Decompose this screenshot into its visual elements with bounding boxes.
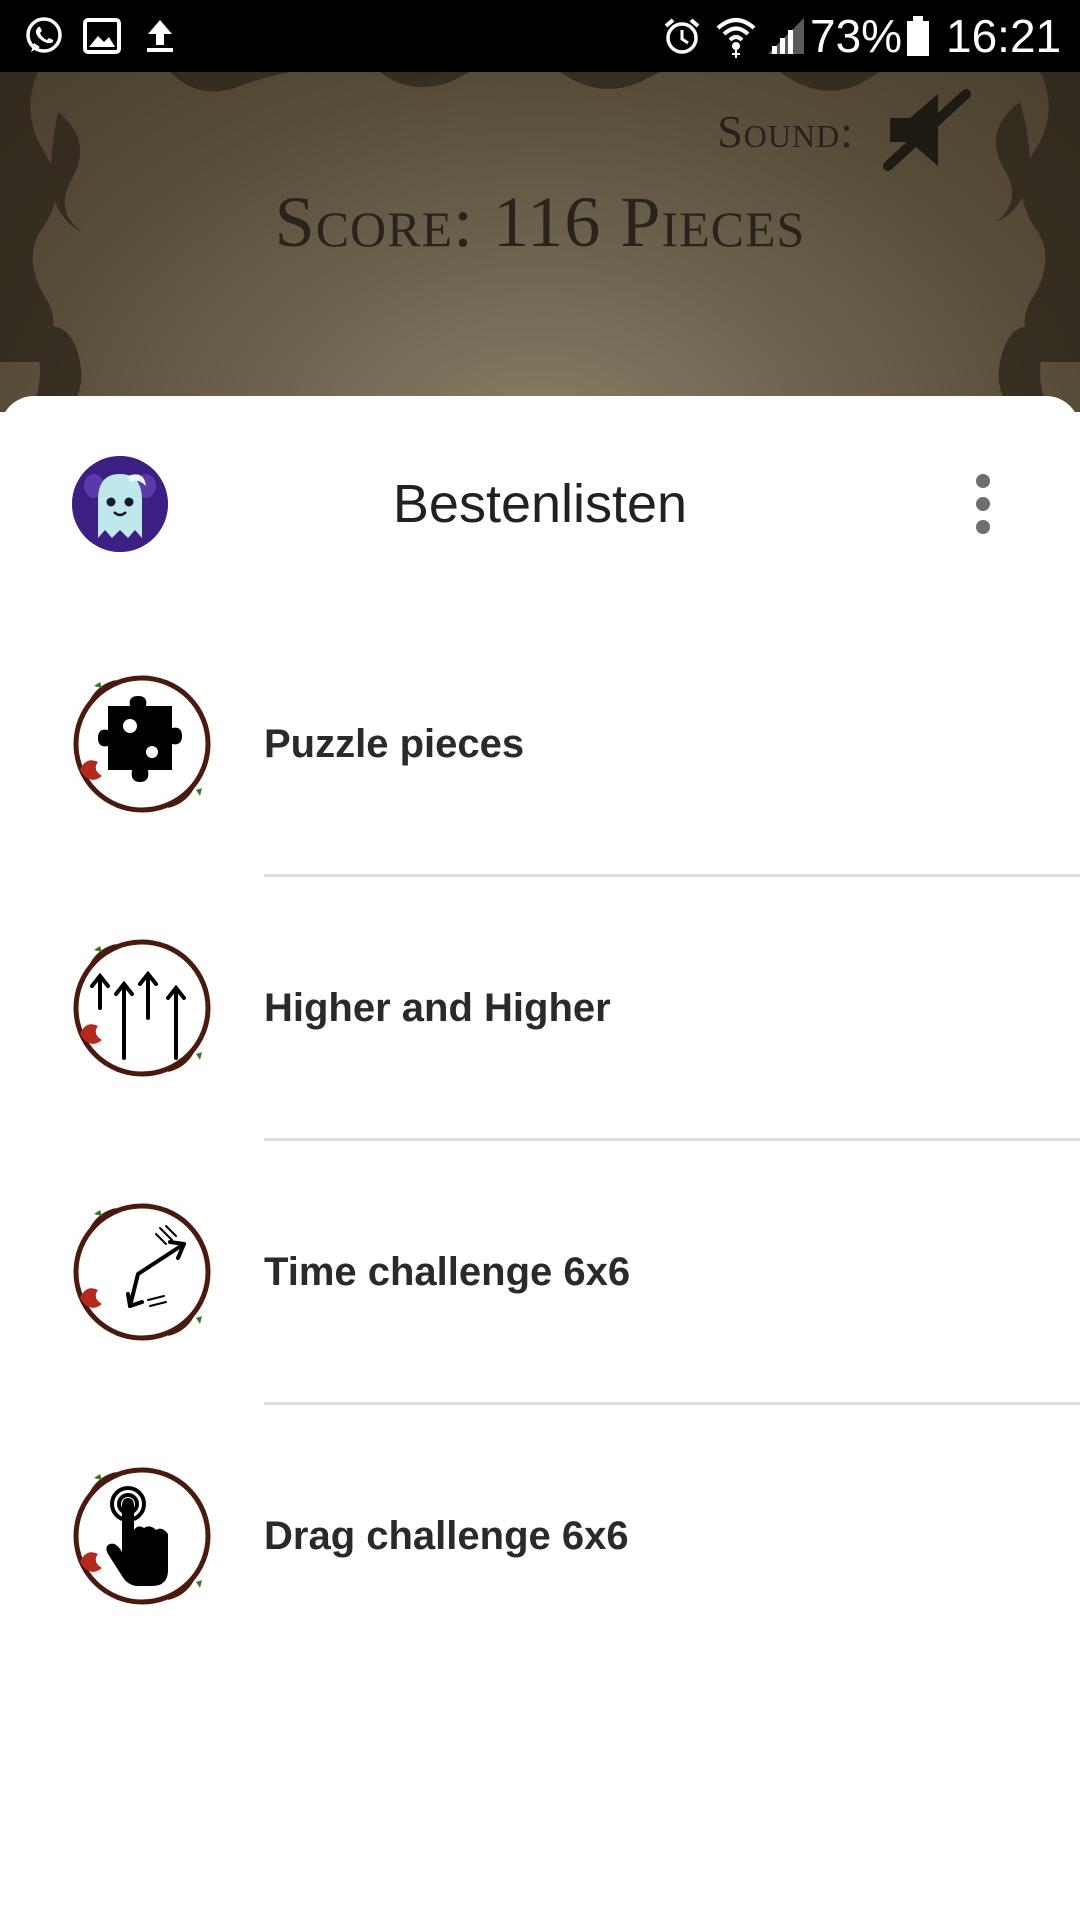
leaderboard-item-time-challenge[interactable]: Time challenge 6x6 — [0, 1140, 1080, 1404]
upload-icon — [147, 20, 173, 52]
leaderboards-sheet: Bestenlisten Puzzle pieces Higher and Hi… — [0, 396, 1080, 1920]
sheet-title: Bestenlisten — [392, 474, 688, 534]
screen: 73% 16:21 Sound: Score: 116 Pieces Beste… — [0, 0, 1080, 1920]
more-dot-icon — [976, 520, 990, 534]
sheet-header: Bestenlisten — [0, 396, 1080, 612]
leaderboard-label: Higher and Higher — [264, 986, 611, 1030]
game-background: Sound: Score: 116 Pieces — [0, 72, 1080, 412]
battery-icon — [907, 16, 929, 56]
system-status: 73% 16:21 — [660, 0, 1080, 72]
gallery-icon — [83, 18, 121, 54]
puzzle-piece-icon — [73, 675, 211, 813]
leaderboard-label: Drag challenge 6x6 — [264, 1514, 629, 1558]
tap-hand-icon — [73, 1467, 211, 1605]
leaderboard-item-higher-and-higher[interactable]: Higher and Higher — [0, 876, 1080, 1140]
alarm-icon — [664, 18, 700, 54]
more-dot-icon — [976, 474, 990, 488]
leaderboard-label: Time challenge 6x6 — [264, 1250, 631, 1294]
leaderboard-label: Puzzle pieces — [264, 722, 525, 766]
zigzag-arrow-icon — [73, 1203, 211, 1341]
battery-percent: 73% — [810, 10, 903, 62]
ghost-avatar-icon — [72, 456, 168, 552]
wifi-icon — [716, 18, 756, 58]
up-arrows-icon — [73, 939, 211, 1077]
status-bar: 73% 16:21 — [0, 0, 1080, 72]
signal-icon — [768, 18, 804, 54]
whatsapp-icon — [26, 17, 62, 53]
clock: 16:21 — [946, 10, 1062, 62]
sound-label: Sound: — [717, 106, 854, 157]
player-avatar[interactable] — [72, 456, 168, 552]
more-options-button[interactable] — [950, 460, 1018, 548]
leaderboard-item-drag-challenge[interactable]: Drag challenge 6x6 — [0, 1404, 1080, 1668]
more-dot-icon — [976, 497, 990, 511]
sound-muted-icon[interactable] — [878, 80, 978, 180]
leaderboard-item-puzzle-pieces[interactable]: Puzzle pieces — [0, 612, 1080, 876]
score-title: Score: 116 Pieces — [274, 182, 806, 262]
